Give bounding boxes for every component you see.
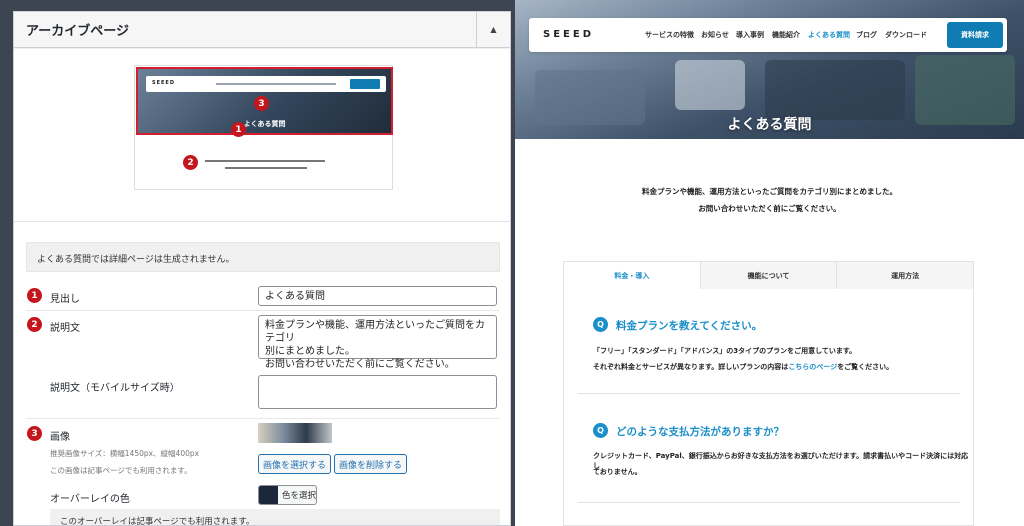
field-badge-2: 2 <box>27 317 42 332</box>
notice-box: よくある質問では詳細ページは生成されません。 <box>26 242 500 272</box>
select-color-label: 色を選択 <box>282 491 317 501</box>
page-description-line: 料金プランや機能、運用方法といったご質問をカテゴリ別にまとめました。 <box>642 187 897 196</box>
nav-item-functions[interactable]: 機能紹介 <box>772 30 800 40</box>
preview-cta <box>350 79 380 89</box>
tab-pricing[interactable]: 料金・導入 <box>564 262 700 289</box>
callout-badge-3: 3 <box>254 96 269 111</box>
description-line: お問い合わせいただく前にご覧ください。 <box>265 359 455 370</box>
nav-item-news[interactable]: お知らせ <box>701 30 729 40</box>
layout-preview-thumbnail: SEEED よくある質問 1 2 3 <box>134 65 393 190</box>
site-navbar: SEEED サービスの特徴 お知らせ 導入事例 機能紹介 よくある質問 ブログ … <box>529 18 1007 52</box>
faq-answer-line: 「フリー」「スタンダード」「アドバンス」の3タイプのプランをご用意しています。 <box>593 347 857 355</box>
nav-item-cases[interactable]: 導入事例 <box>736 30 764 40</box>
request-docs-button[interactable]: 資料請求 <box>947 22 1003 48</box>
hero-image-tile <box>675 60 745 110</box>
description-textarea[interactable]: 料金プランや機能、運用方法といったご質問をカテゴリ 別にまとめました。 お問い合… <box>258 315 497 370</box>
faq-tabs: 料金・導入 機能について 運用方法 <box>563 261 974 290</box>
field-badge-3: 3 <box>27 426 42 441</box>
preview-nav: SEEED <box>146 76 386 92</box>
hero-banner: SEEED サービスの特徴 お知らせ 導入事例 機能紹介 よくある質問 ブログ … <box>515 0 1024 139</box>
divider <box>14 221 510 222</box>
callout-badge-2: 2 <box>183 155 198 170</box>
delete-image-button[interactable]: 画像を削除する <box>334 454 407 474</box>
divider <box>26 418 500 419</box>
panel-title: アーカイブページ <box>26 24 129 39</box>
callout-badge-1: 1 <box>231 122 246 137</box>
preview-nav-links <box>216 83 336 85</box>
preview-heading: よくある質問 <box>243 120 286 128</box>
overlay-notice: このオーバーレイは記事ページでも利用されます。 <box>50 509 500 525</box>
tab-features[interactable]: 機能について <box>699 262 837 289</box>
preview-desc-line <box>205 160 325 162</box>
mobile-description-label: 説明文（モバイルサイズ時） <box>50 383 180 394</box>
color-swatch <box>259 486 278 504</box>
site-logo[interactable]: SEEED <box>543 29 594 40</box>
image-size-note: 推奨画像サイズ：横幅1450px、縦幅400px <box>50 449 200 458</box>
description-label: 説明文 <box>50 323 80 334</box>
faq-answer-line: それぞれ料金とサービスが異なります。詳しいプランの内容はこちらのページをご覧くだ… <box>593 362 893 372</box>
answer-text: それぞれ料金とサービスが異なります。詳しいプランの内容は <box>593 363 789 371</box>
faq-question[interactable]: 料金プランを教えてください。 <box>616 318 762 333</box>
overlay-color-label: オーバーレイの色 <box>50 494 130 505</box>
faq-panel: Q 料金プランを教えてください。 「フリー」「スタンダード」「アドバンス」の3タ… <box>563 289 974 526</box>
preview-desc-line <box>225 167 307 169</box>
faq-question[interactable]: どのような支払方法がありますか？ <box>616 424 784 439</box>
image-preview <box>258 423 332 443</box>
screenshot-frame: アーカイブページ ▲ SEEED よくある質問 1 2 3 よくある質問では詳細… <box>0 0 1024 526</box>
site-preview: SEEED サービスの特徴 お知らせ 導入事例 機能紹介 よくある質問 ブログ … <box>515 0 1024 526</box>
preview-logo: SEEED <box>152 80 175 86</box>
plan-details-link[interactable]: こちらのページ <box>788 363 837 371</box>
heading-input[interactable]: よくある質問 <box>258 286 497 306</box>
mobile-description-textarea[interactable] <box>258 375 497 409</box>
question-icon: Q <box>593 317 608 332</box>
nav-item-blog[interactable]: ブログ <box>856 30 877 40</box>
divider <box>578 393 960 394</box>
nav-item-features[interactable]: サービスの特徴 <box>645 30 694 40</box>
image-usage-note: この画像は記事ページでも利用されます。 <box>50 466 192 475</box>
description-line: 料金プランや機能、運用方法といったご質問をカテゴリ <box>265 320 485 344</box>
page-description-line: お問い合わせいただく前にご覧ください。 <box>698 204 841 213</box>
nav-item-download[interactable]: ダウンロード <box>885 30 927 40</box>
triangle-up-icon: ▲ <box>490 25 497 34</box>
tab-operation[interactable]: 運用方法 <box>836 262 973 289</box>
collapse-toggle-button[interactable]: ▲ <box>476 12 510 48</box>
nav-item-faq[interactable]: よくある質問 <box>808 30 850 40</box>
question-icon: Q <box>593 423 608 438</box>
image-label: 画像 <box>50 432 70 443</box>
divider <box>26 310 500 311</box>
panel-body: SEEED よくある質問 1 2 3 よくある質問では詳細ページは生成されません… <box>14 49 510 525</box>
panel-header: アーカイブページ ▲ <box>14 12 510 48</box>
field-badge-1: 1 <box>27 288 42 303</box>
answer-text: をご覧ください。 <box>837 363 894 371</box>
description-line: 別にまとめました。 <box>265 346 355 357</box>
heading-label: 見出し <box>50 294 80 305</box>
faq-answer-line: クレジットカード、PayPal、銀行振込からお好きな支払方法をお選びいただけます… <box>593 452 969 470</box>
select-image-button[interactable]: 画像を選択する <box>258 454 331 474</box>
divider <box>578 502 960 503</box>
hero-image-tile <box>765 60 905 120</box>
overlay-color-picker[interactable]: 色を選択 <box>258 485 317 505</box>
faq-answer-line: ておりません。 <box>593 468 642 476</box>
archive-settings-panel: アーカイブページ ▲ SEEED よくある質問 1 2 3 よくある質問では詳細… <box>13 11 511 526</box>
hero-title: よくある質問 <box>727 117 812 133</box>
